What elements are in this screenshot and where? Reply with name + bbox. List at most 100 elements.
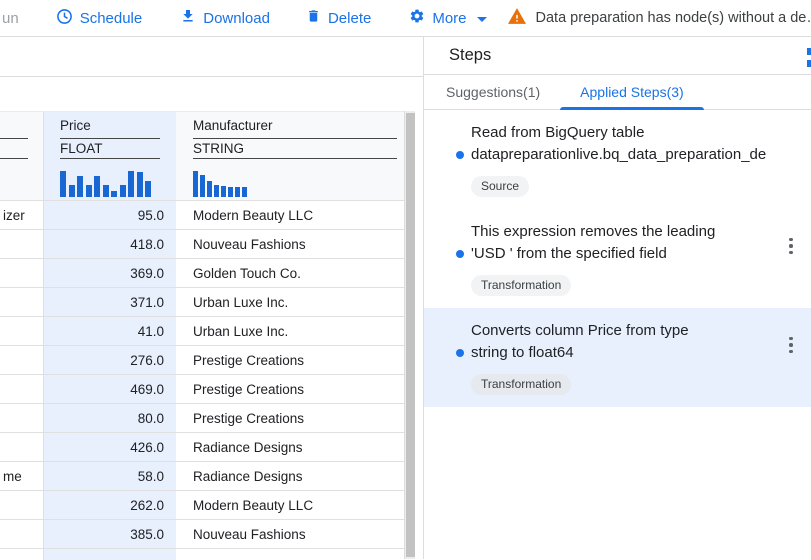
delete-label: Delete bbox=[328, 10, 371, 27]
table-row[interactable]: 385.0 Nouveau Fashions bbox=[0, 520, 404, 549]
table-row[interactable]: izer 95.0 Modern Beauty LLC bbox=[0, 201, 404, 230]
hidden-column-cell bbox=[0, 317, 44, 345]
manufacturer-cell: Prestige Creations bbox=[176, 375, 404, 403]
tab-applied-steps[interactable]: Applied Steps(3) bbox=[560, 75, 704, 109]
manufacturer-cell: Modern Beauty LLC bbox=[176, 491, 404, 519]
warning-text: Data preparation has node(s) without a d… bbox=[536, 10, 811, 26]
more-label: More bbox=[432, 10, 466, 27]
manufacturer-column-name: Manufacturer bbox=[193, 112, 397, 139]
table-row[interactable]: me 58.0 Radiance Designs bbox=[0, 462, 404, 491]
step-text-line1: Converts column Price from type bbox=[471, 320, 787, 342]
hidden-column-cell bbox=[0, 520, 44, 548]
column-header-price[interactable]: Price FLOAT bbox=[44, 112, 176, 200]
step-text-line1: Read from BigQuery table bbox=[471, 122, 787, 144]
steps-panel-title: Steps bbox=[449, 46, 491, 65]
more-menu-button[interactable]: More bbox=[409, 8, 486, 28]
hidden-column-cell: izer bbox=[0, 201, 44, 229]
steps-panel: Steps Suggestions(1) Applied Steps(3) Re… bbox=[423, 37, 811, 559]
table-row[interactable]: 262.0 Modern Beauty LLC bbox=[0, 491, 404, 520]
hidden-column-cell bbox=[0, 404, 44, 432]
trash-icon bbox=[306, 8, 321, 28]
price-cell: 469.0 bbox=[44, 375, 176, 403]
step-bullet-icon bbox=[456, 250, 464, 258]
price-cell: 80.0 bbox=[44, 404, 176, 432]
steps-tabs: Suggestions(1) Applied Steps(3) bbox=[424, 75, 811, 110]
table-row[interactable]: 41.0 Urban Luxe Inc. bbox=[0, 317, 404, 346]
manufacturer-cell: Golden Touch Co. bbox=[176, 259, 404, 287]
price-column-name: Price bbox=[60, 112, 160, 139]
price-cell: 41.0 bbox=[44, 317, 176, 345]
manufacturer-cell: Nouveau Fashions bbox=[176, 520, 404, 548]
manufacturer-cell: Prestige Creations bbox=[176, 346, 404, 374]
panel-action-icons-cutoff[interactable] bbox=[807, 48, 811, 67]
hidden-column-cell bbox=[0, 375, 44, 403]
warning-triangle-icon bbox=[508, 8, 526, 28]
table-row-partial bbox=[0, 549, 404, 560]
hidden-column-cell bbox=[0, 259, 44, 287]
manufacturer-histogram[interactable] bbox=[193, 171, 404, 197]
download-button[interactable]: Download bbox=[180, 8, 270, 28]
hidden-column-cell: me bbox=[0, 462, 44, 490]
price-cell: 276.0 bbox=[44, 346, 176, 374]
run-button-partial[interactable]: un bbox=[2, 10, 19, 27]
step-more-options-icon[interactable] bbox=[783, 334, 799, 356]
table-row[interactable]: 369.0 Golden Touch Co. bbox=[0, 259, 404, 288]
manufacturer-cell: Radiance Designs bbox=[176, 433, 404, 461]
tab-suggestions[interactable]: Suggestions(1) bbox=[426, 75, 560, 109]
grid-spacer-strip bbox=[0, 77, 423, 110]
table-header-row: Price FLOAT Manufacturer STRING bbox=[0, 112, 404, 201]
step-text-line1: This expression removes the leading bbox=[471, 221, 787, 243]
hidden-column-cell bbox=[0, 491, 44, 519]
table-row[interactable]: 80.0 Prestige Creations bbox=[0, 404, 404, 433]
data-preparation-app: un Schedule Download Delete More bbox=[0, 0, 811, 559]
step-bullet-icon bbox=[456, 349, 464, 357]
step-badge: Transformation bbox=[471, 374, 571, 395]
cutoff-icon-fragment bbox=[807, 48, 811, 55]
table-row[interactable]: 418.0 Nouveau Fashions bbox=[0, 230, 404, 259]
manufacturer-cell bbox=[176, 549, 404, 560]
price-column-type: FLOAT bbox=[60, 139, 160, 159]
hidden-column-cell bbox=[0, 549, 44, 560]
price-histogram[interactable] bbox=[60, 171, 176, 197]
scrollbar-thumb[interactable] bbox=[406, 113, 415, 557]
schedule-button[interactable]: Schedule bbox=[56, 8, 143, 29]
step-text-line2: 'USD ' from the specified field bbox=[471, 243, 787, 265]
table-body: izer 95.0 Modern Beauty LLC 418.0 Nouvea… bbox=[0, 201, 404, 549]
clock-icon bbox=[56, 8, 73, 29]
price-cell: 385.0 bbox=[44, 520, 176, 548]
price-cell: 418.0 bbox=[44, 230, 176, 258]
price-cell: 426.0 bbox=[44, 433, 176, 461]
table-row[interactable]: 276.0 Prestige Creations bbox=[0, 346, 404, 375]
toolbar: un Schedule Download Delete More bbox=[0, 0, 811, 37]
column-header-cutoff[interactable] bbox=[0, 112, 44, 200]
data-table: Price FLOAT Manufacturer STRING izer 95.… bbox=[0, 111, 404, 560]
step-card-source[interactable]: Read from BigQuery table datapreparation… bbox=[424, 110, 811, 209]
grid-toolbar-strip bbox=[0, 37, 423, 77]
step-bullet-icon bbox=[456, 151, 464, 159]
column-header-manufacturer[interactable]: Manufacturer STRING bbox=[176, 112, 404, 200]
cutoff-name-underline bbox=[0, 112, 28, 139]
warning-banner: Data preparation has node(s) without a d… bbox=[508, 8, 811, 28]
applied-steps-list: Read from BigQuery table datapreparation… bbox=[424, 110, 811, 407]
hidden-column-cell bbox=[0, 346, 44, 374]
table-row[interactable]: 371.0 Urban Luxe Inc. bbox=[0, 288, 404, 317]
delete-button[interactable]: Delete bbox=[306, 8, 371, 28]
download-label: Download bbox=[203, 10, 270, 27]
step-card-remove-usd[interactable]: This expression removes the leading 'USD… bbox=[424, 209, 811, 308]
table-row[interactable]: 469.0 Prestige Creations bbox=[0, 375, 404, 404]
chevron-down-icon bbox=[477, 17, 487, 22]
manufacturer-cell: Radiance Designs bbox=[176, 462, 404, 490]
data-grid-panel: Price FLOAT Manufacturer STRING izer 95.… bbox=[0, 37, 423, 559]
download-icon bbox=[180, 8, 196, 28]
vertical-scrollbar[interactable] bbox=[404, 111, 415, 559]
hidden-column-cell bbox=[0, 230, 44, 258]
price-cell: 58.0 bbox=[44, 462, 176, 490]
table-row[interactable]: 426.0 Radiance Designs bbox=[0, 433, 404, 462]
step-card-convert-float[interactable]: Converts column Price from type string t… bbox=[424, 308, 811, 407]
step-badge: Source bbox=[471, 176, 529, 197]
price-cell: 369.0 bbox=[44, 259, 176, 287]
manufacturer-cell: Nouveau Fashions bbox=[176, 230, 404, 258]
manufacturer-cell: Prestige Creations bbox=[176, 404, 404, 432]
manufacturer-cell: Modern Beauty LLC bbox=[176, 201, 404, 229]
step-more-options-icon[interactable] bbox=[783, 235, 799, 257]
